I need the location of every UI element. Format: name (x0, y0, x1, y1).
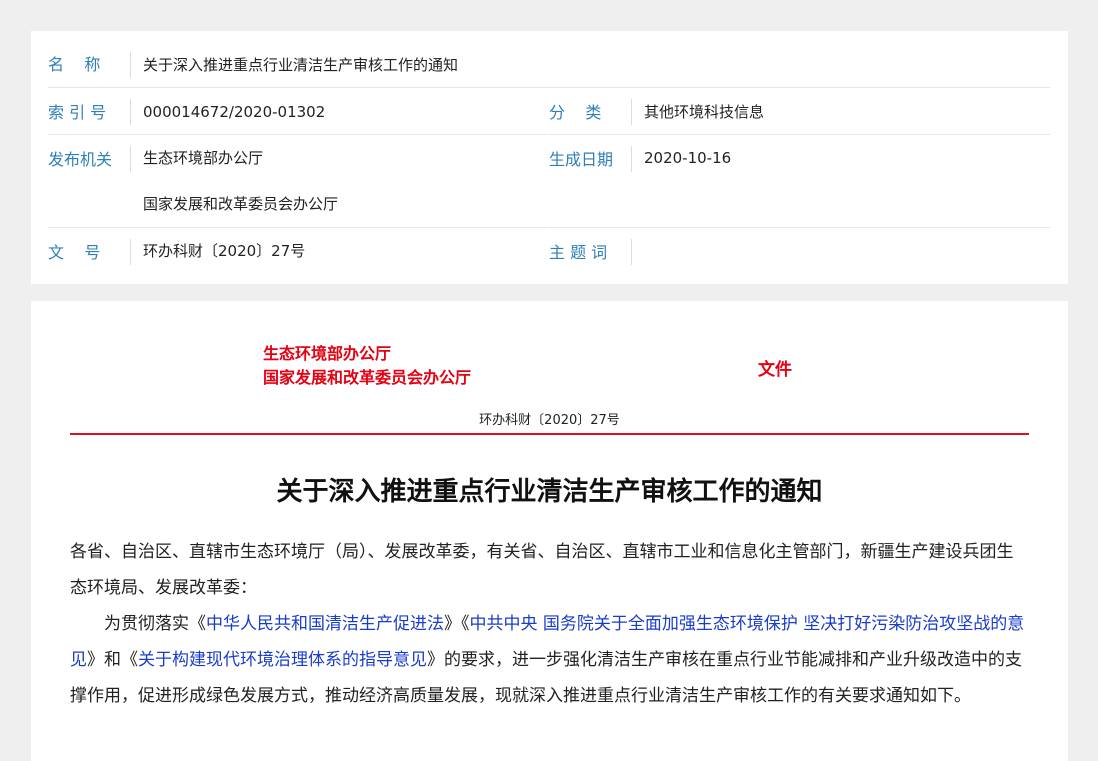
metadata-panel: 名 称 关于深入推进重点行业清洁生产审核工作的通知 索 引 号 00001467… (31, 31, 1068, 284)
document-title: 关于深入推进重点行业清洁生产审核工作的通知 (276, 477, 823, 507)
separator (631, 239, 632, 265)
separator (130, 52, 131, 78)
category-label: 分 类 (549, 103, 602, 122)
paragraph-text: 》《 (444, 614, 470, 634)
separator (631, 99, 632, 125)
law-link-environmental-governance[interactable]: 关于构建现代环境治理体系的指导意见 (138, 650, 427, 670)
issuer-line-2: 国家发展和改革委员会办公厅 (263, 368, 472, 387)
issuer-value-2: 国家发展和改革委员会办公厅 (143, 195, 339, 213)
separator (130, 99, 131, 125)
issuer-label: 发布机关 (48, 150, 113, 169)
divider (549, 134, 1050, 135)
docno-label: 文 号 (48, 243, 101, 262)
name-value: 关于深入推进重点行业清洁生产审核工作的通知 (143, 56, 459, 74)
document-number: 环办科财〔2020〕27号 (479, 413, 620, 428)
issuer-value-1: 生态环境部办公厅 (143, 149, 264, 167)
paragraph-text: 》和《 (87, 650, 138, 670)
docno-value: 环办科财〔2020〕27号 (143, 242, 306, 260)
divider (48, 134, 548, 135)
body-paragraph: 为贯彻落实《中华人民共和国清洁生产促进法》《中共中央 国务院关于全面加强生态环境… (70, 606, 1030, 714)
separator (130, 239, 131, 265)
document-panel: 生态环境部办公厅 国家发展和改革委员会办公厅 文件 环办科财〔2020〕27号 … (31, 301, 1068, 761)
paragraph-text: 为贯彻落实《 (104, 614, 206, 634)
keyword-label: 主 题 词 (549, 243, 608, 262)
date-label: 生成日期 (549, 150, 614, 169)
category-value: 其他环境科技信息 (644, 103, 765, 121)
divider (549, 227, 1050, 228)
red-divider (70, 433, 1029, 435)
document-type-label: 文件 (758, 360, 792, 380)
date-value: 2020-10-16 (644, 149, 732, 167)
divider (48, 227, 548, 228)
divider (48, 87, 1050, 88)
index-value: 000014672/2020-01302 (143, 103, 326, 121)
recipients-paragraph: 各省、自治区、直辖市生态环境厅（局）、发展改革委，有关省、自治区、直辖市工业和信… (70, 542, 1014, 598)
separator (631, 146, 632, 172)
name-label: 名 称 (48, 55, 101, 74)
separator (130, 146, 131, 172)
issuer-line-1: 生态环境部办公厅 (263, 344, 392, 363)
law-link-cleaner-production[interactable]: 中华人民共和国清洁生产促进法 (206, 614, 444, 634)
index-label: 索 引 号 (48, 103, 107, 122)
